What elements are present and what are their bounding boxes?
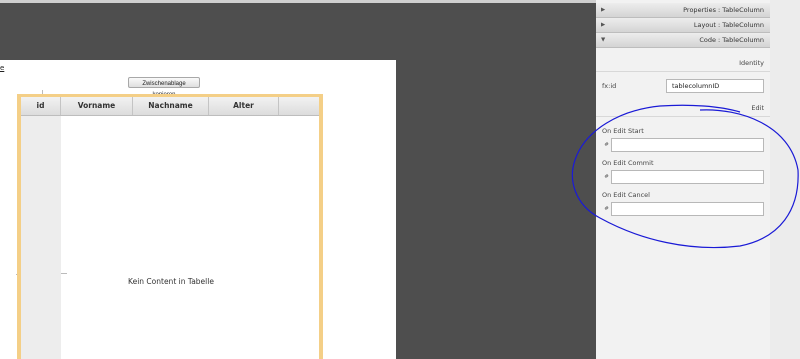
table-view[interactable]: id Vorname Nachname Alter Kein Content i…	[21, 97, 319, 359]
column-header-vorname[interactable]: Vorname	[61, 97, 133, 115]
alignment-guide	[61, 273, 67, 274]
selected-id-column[interactable]	[21, 116, 61, 359]
on-edit-commit-label: On Edit Commit	[602, 159, 654, 167]
divider	[596, 116, 770, 117]
section-label: Properties : TableColumn	[683, 6, 764, 14]
collapsed-arrow-icon: ▶	[601, 7, 606, 13]
selected-table-view[interactable]: id Vorname Nachname Alter Kein Content i…	[17, 94, 323, 359]
on-edit-cancel-label: On Edit Cancel	[602, 191, 650, 199]
identity-section-title: Identity	[739, 59, 764, 67]
divider	[596, 71, 770, 72]
table-header: id Vorname Nachname Alter	[21, 97, 319, 116]
handler-hash-icon: #	[604, 174, 609, 180]
section-label: Layout : TableColumn	[693, 21, 764, 29]
partial-link[interactable]: e	[0, 64, 4, 72]
column-header-nachname[interactable]: Nachname	[133, 97, 209, 115]
on-edit-start-label: On Edit Start	[602, 127, 644, 135]
collapsed-arrow-icon: ▶	[601, 22, 606, 28]
table-placeholder: Kein Content in Tabelle	[128, 277, 214, 286]
top-toolbar-strip	[0, 0, 596, 3]
copy-to-clipboard-button[interactable]: Zwischenablage kopieren	[128, 77, 200, 98]
fxid-input[interactable]: tablecolumnID	[666, 79, 764, 93]
section-label: Code : TableColumn	[699, 36, 764, 44]
fxid-label: fx:id	[602, 82, 617, 90]
code-section-header[interactable]: ▼ Code : TableColumn	[596, 33, 770, 48]
on-edit-commit-input[interactable]	[611, 170, 764, 184]
expanded-arrow-icon: ▼	[601, 37, 606, 43]
handler-hash-icon: #	[604, 142, 609, 148]
on-edit-start-input[interactable]	[611, 138, 764, 152]
layout-section-header[interactable]: ▶ Layout : TableColumn	[596, 18, 770, 33]
column-header-id[interactable]: id	[21, 97, 61, 115]
on-edit-cancel-input[interactable]	[611, 202, 764, 216]
edit-section-title: Edit	[751, 104, 764, 112]
properties-section-header[interactable]: ▶ Properties : TableColumn	[596, 3, 770, 18]
column-header-alter[interactable]: Alter	[209, 97, 279, 115]
handler-hash-icon: #	[604, 206, 609, 212]
panel-scrollbar[interactable]	[770, 0, 800, 359]
